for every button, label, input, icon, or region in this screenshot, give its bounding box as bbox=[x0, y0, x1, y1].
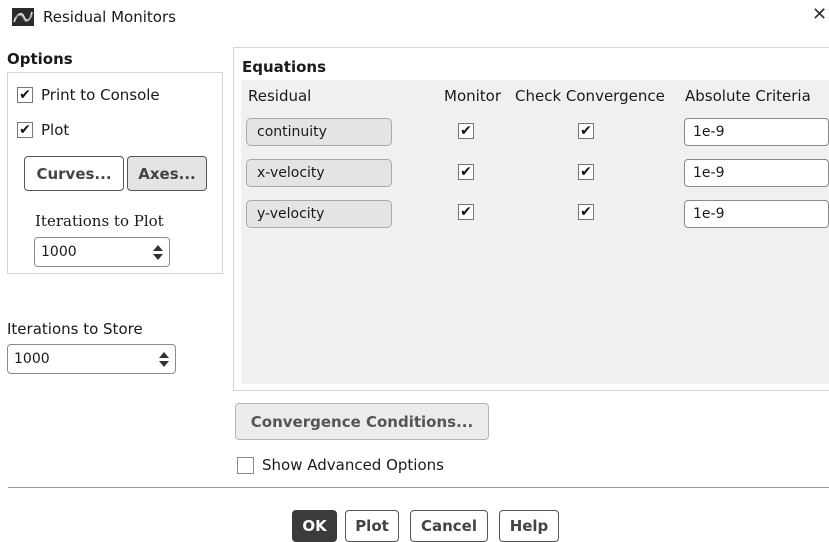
check-convergence-checkbox-y-velocity[interactable]: ✔ bbox=[578, 204, 594, 220]
print-to-console-option[interactable]: ✔ Print to Console bbox=[17, 86, 160, 104]
column-header-check-convergence: Check Convergence bbox=[515, 87, 665, 105]
iterations-to-store-spinner[interactable]: 1000 bbox=[7, 344, 176, 374]
iterations-to-plot-spinner[interactable]: 1000 bbox=[34, 237, 170, 267]
monitor-checkbox-x-velocity[interactable]: ✔ bbox=[458, 164, 474, 180]
monitor-checkbox-y-velocity[interactable]: ✔ bbox=[458, 204, 474, 220]
show-advanced-options-label: Show Advanced Options bbox=[262, 456, 444, 474]
iterations-to-store-label: Iterations to Store bbox=[7, 320, 143, 338]
iterations-to-plot-label: Iterations to Plot bbox=[35, 212, 164, 230]
residual-label-y-velocity: y-velocity bbox=[246, 200, 392, 228]
plot-checkbox[interactable]: ✔ bbox=[17, 122, 33, 138]
show-advanced-options-option[interactable]: Show Advanced Options bbox=[237, 456, 444, 474]
spinner-arrows-icon[interactable] bbox=[153, 244, 163, 260]
print-to-console-label: Print to Console bbox=[41, 86, 160, 104]
footer-separator bbox=[8, 487, 829, 488]
iterations-to-store-value: 1000 bbox=[14, 351, 50, 367]
plot-label: Plot bbox=[41, 121, 70, 139]
help-button[interactable]: Help bbox=[499, 510, 559, 542]
plot-option[interactable]: ✔ Plot bbox=[17, 121, 69, 139]
print-to-console-checkbox[interactable]: ✔ bbox=[17, 87, 33, 103]
iterations-to-plot-value: 1000 bbox=[41, 244, 77, 260]
check-convergence-checkbox-x-velocity[interactable]: ✔ bbox=[578, 164, 594, 180]
curves-button[interactable]: Curves... bbox=[24, 156, 124, 191]
equations-group-label: Equations bbox=[242, 58, 327, 76]
convergence-conditions-button[interactable]: Convergence Conditions... bbox=[235, 403, 489, 440]
residual-label-x-velocity: x-velocity bbox=[246, 159, 392, 187]
window-title: Residual Monitors bbox=[43, 8, 176, 26]
app-icon bbox=[12, 8, 34, 26]
axes-button[interactable]: Axes... bbox=[127, 156, 207, 191]
column-header-residual: Residual bbox=[248, 87, 312, 105]
residual-label-continuity: continuity bbox=[246, 118, 392, 146]
ok-button[interactable]: OK bbox=[292, 510, 337, 542]
column-header-absolute-criteria: Absolute Criteria bbox=[685, 87, 811, 105]
cancel-button[interactable]: Cancel bbox=[410, 510, 488, 542]
plot-button[interactable]: Plot bbox=[345, 510, 399, 542]
monitor-checkbox-continuity[interactable]: ✔ bbox=[458, 123, 474, 139]
absolute-criteria-input-x-velocity[interactable]: 1e-9 bbox=[684, 159, 829, 187]
column-header-monitor: Monitor bbox=[444, 87, 502, 105]
options-group-label: Options bbox=[7, 50, 73, 68]
absolute-criteria-input-y-velocity[interactable]: 1e-9 bbox=[684, 200, 829, 228]
spinner-arrows-icon[interactable] bbox=[159, 351, 169, 367]
absolute-criteria-input-continuity[interactable]: 1e-9 bbox=[684, 118, 829, 146]
close-icon[interactable]: ✕ bbox=[812, 6, 827, 24]
show-advanced-options-checkbox[interactable] bbox=[237, 456, 254, 474]
check-convergence-checkbox-continuity[interactable]: ✔ bbox=[578, 123, 594, 139]
